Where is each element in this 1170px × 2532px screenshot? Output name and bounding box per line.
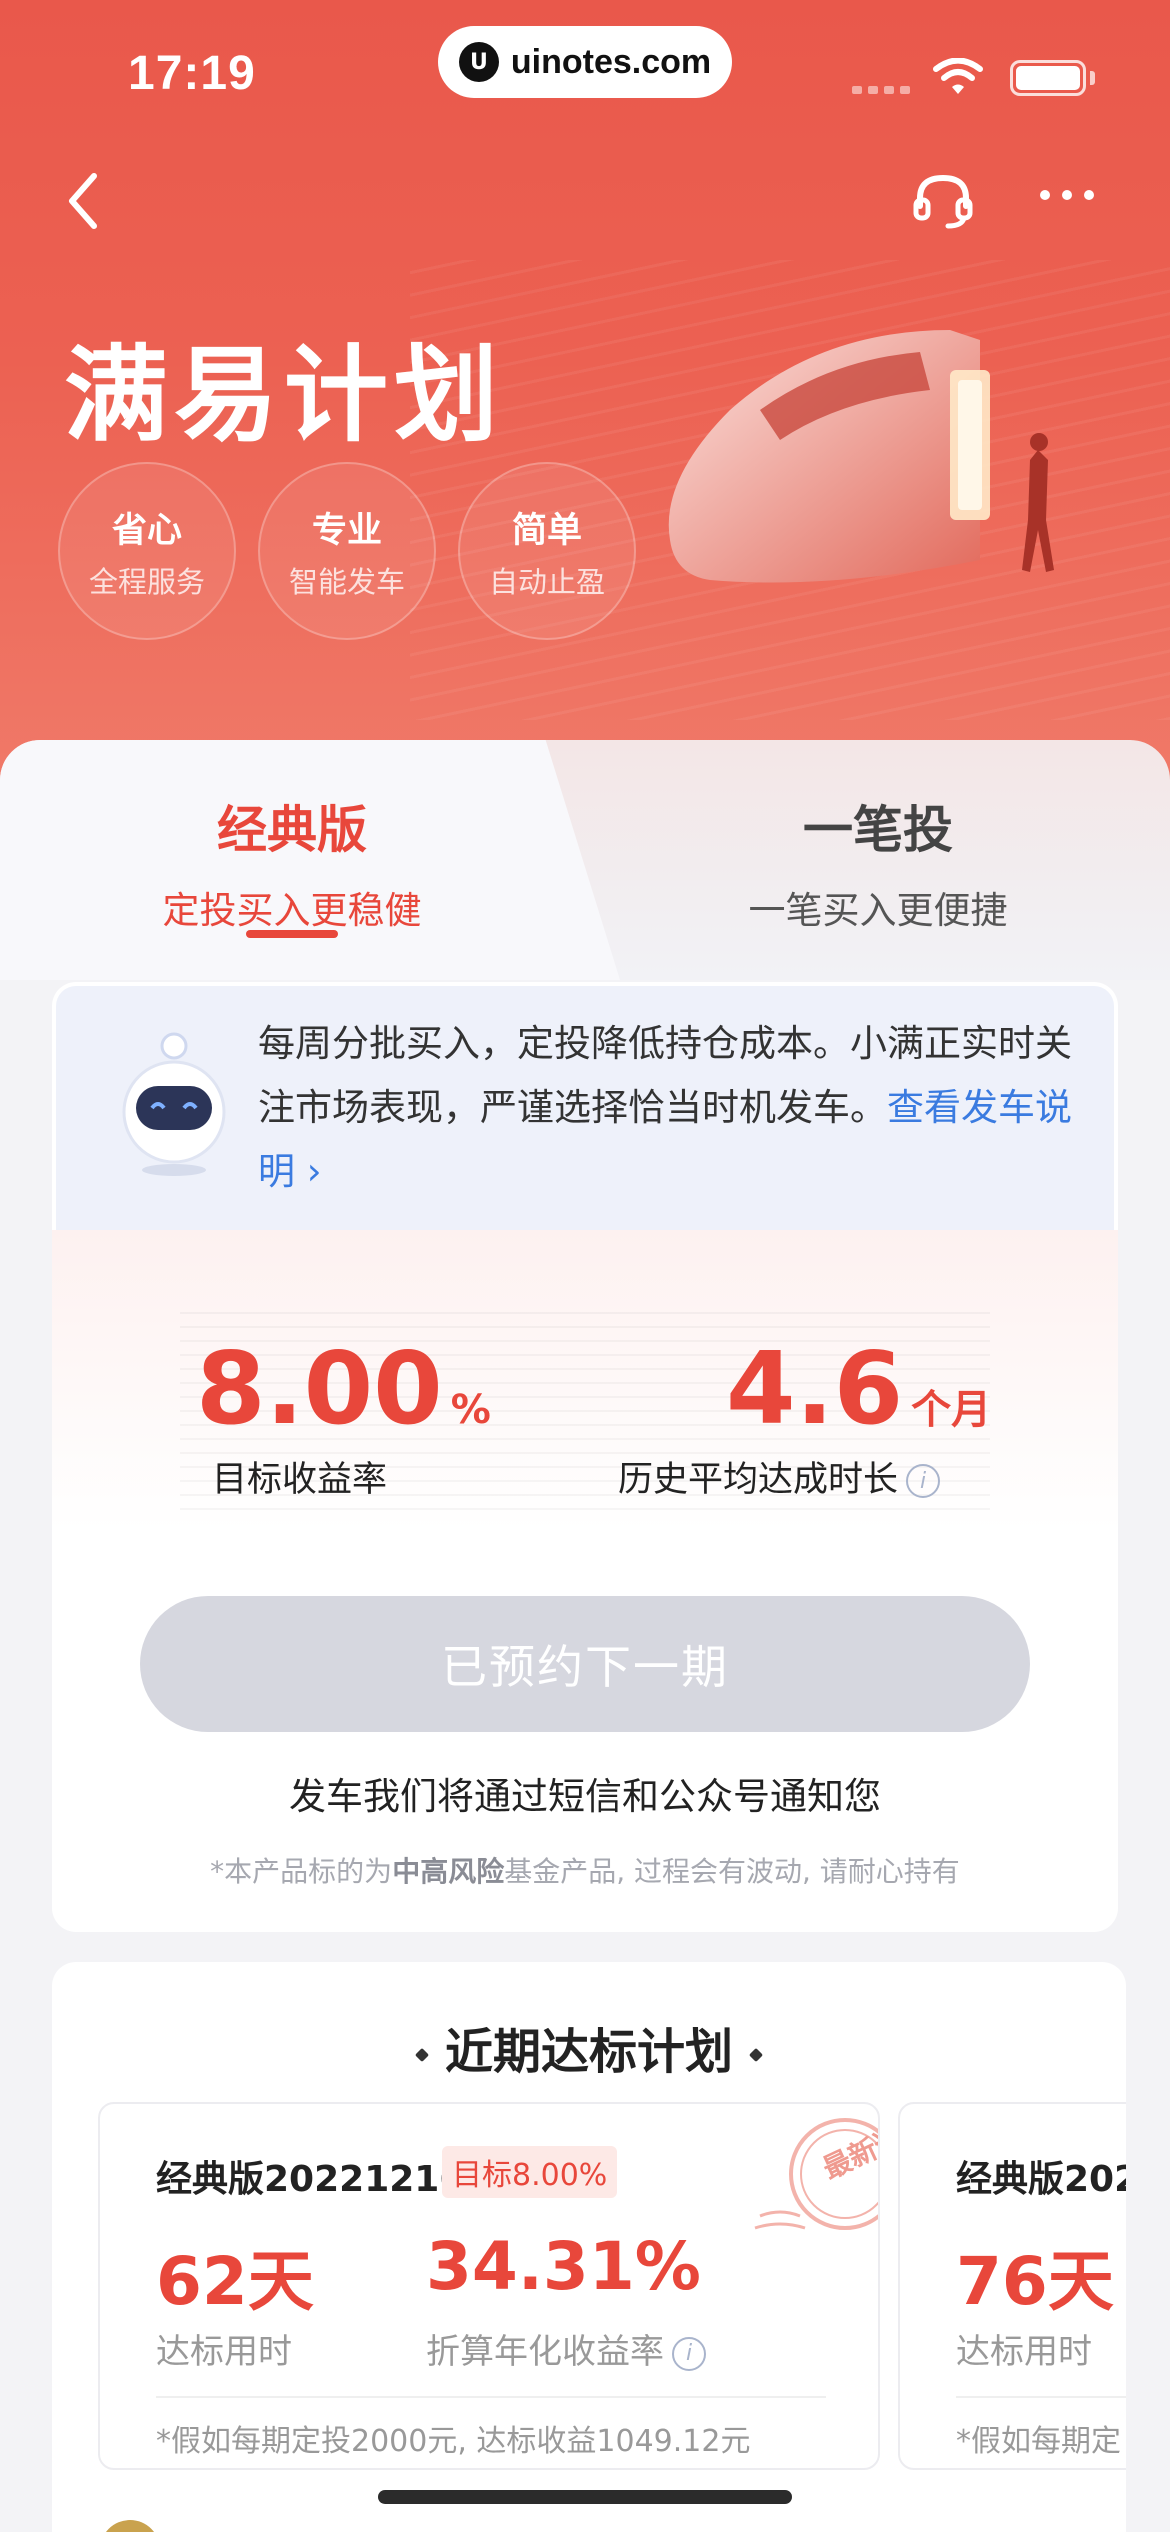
battery-icon xyxy=(1010,60,1086,96)
target-rate-metric: 8.00% 目标收益率 xyxy=(196,1330,491,1500)
wifi-icon xyxy=(933,58,983,94)
risk-disclaimer: *本产品标的为中高风险基金产品, 过程会有波动, 请耐心持有 xyxy=(210,1855,960,1888)
feature-badge-simple: 简单 自动止盈 xyxy=(458,462,636,640)
customer-service-headset-icon[interactable] xyxy=(908,166,978,236)
cellular-signal-icon xyxy=(852,86,910,94)
latest-achieved-stamp-icon: 最新达标 xyxy=(754,2116,878,2230)
intro-description: 每周分批买入，定投降低持仓成本。小满正实时关注市场表现，严谨选择恰当时机发车。查… xyxy=(258,1022,1072,1193)
feature-badge-worry-free: 省心 全程服务 xyxy=(58,462,236,640)
days-to-target: 62天 xyxy=(156,2243,314,2320)
tab-classic[interactable]: 经典版 定投买入更稳健 xyxy=(52,790,532,934)
plan-card[interactable]: 经典版202 76天 达标用时 *假如每期定 xyxy=(898,2102,1126,2470)
plan-name: 经典版20221216 xyxy=(156,2159,465,2200)
plan-detail-card: 每周分批买入，定投降低持仓成本。小满正实时关注市场表现，严谨选择恰当时机发车。查… xyxy=(52,982,1118,1932)
more-options-icon[interactable] xyxy=(1040,190,1100,210)
page-title: 满易计划 xyxy=(64,334,505,456)
risk-level: 中高风险 xyxy=(392,1855,505,1888)
reserve-next-period-button[interactable]: 已预约下一期 xyxy=(140,1596,1030,1732)
tab-lump-sum[interactable]: 一笔投 一笔买入更便捷 xyxy=(638,790,1118,934)
annualized-return: 34.31% xyxy=(426,2228,701,2305)
avg-duration-label: 历史平均达成时长 xyxy=(618,1460,899,1500)
days-to-target: 76天 xyxy=(956,2243,1114,2320)
target-tag: 目标8.00% xyxy=(442,2146,618,2198)
intro-panel: 每周分批买入，定投降低持仓成本。小满正实时关注市场表现，严谨选择恰当时机发车。查… xyxy=(56,986,1114,1230)
info-icon[interactable]: i xyxy=(672,2336,706,2371)
avg-duration-value: 4.6 xyxy=(726,1330,904,1447)
feature-badge-professional: 专业 智能发车 xyxy=(258,462,436,640)
url-text: uinotes.com xyxy=(510,42,712,81)
section-title: 近期达标计划 xyxy=(52,2012,1126,2082)
plan-note: *假如每期定 xyxy=(956,2424,1121,2459)
robot-assistant-icon xyxy=(122,1032,226,1176)
url-pill[interactable]: U uinotes.com xyxy=(438,26,732,98)
target-rate-label: 目标收益率 xyxy=(212,1460,388,1500)
hero-banner: 17:19 U uinotes.com 满易计划 省心 全程服务 专业 智能发车… xyxy=(0,0,1170,800)
info-icon[interactable]: i xyxy=(906,1464,941,1498)
site-logo-icon: U xyxy=(458,42,499,82)
version-tabs: 经典版 定投买入更稳健 一笔投 一笔买入更便捷 xyxy=(0,740,1170,980)
notification-note: 发车我们将通过短信和公众号通知您 xyxy=(289,1775,881,1818)
active-tab-indicator xyxy=(246,930,338,938)
bullet-train-illustration xyxy=(668,330,1054,583)
plan-card[interactable]: 经典版20221216 目标8.00% 最新达标 62天 达标用时 34.31%… xyxy=(98,2102,880,2470)
plan-note: *假如每期定投2000元, 达标收益1049.12元 xyxy=(156,2424,751,2459)
status-bar: 17:19 U uinotes.com xyxy=(0,0,1170,140)
recent-plans-section: 近期达标计划 经典版20221216 目标8.00% 最新达标 62天 达标用时… xyxy=(52,1962,1126,2532)
avg-duration-metric: 4.6 个月 历史平均达成时长 i xyxy=(618,1330,992,1500)
plan-name: 经典版202 xyxy=(956,2159,1126,2200)
target-rate-value: 8.00 xyxy=(196,1330,443,1447)
home-indicator[interactable] xyxy=(378,2490,792,2504)
status-time: 17:19 xyxy=(128,47,256,100)
back-chevron-icon[interactable] xyxy=(60,166,110,236)
